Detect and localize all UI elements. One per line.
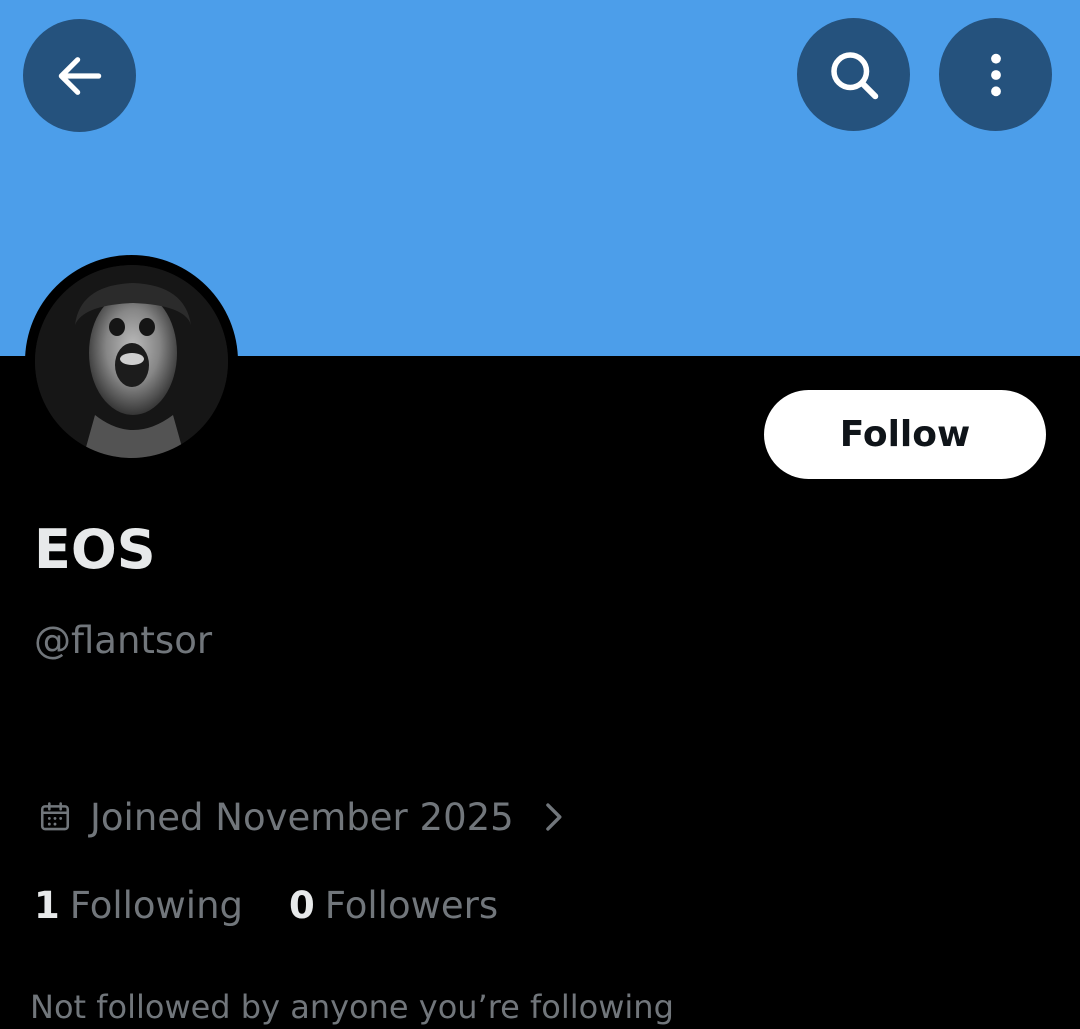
chevron-right-icon [542,800,564,834]
more-options-button[interactable] [939,18,1052,131]
followers-count: 0 [289,883,315,927]
mutual-followers-text: Not followed by anyone you’re following [30,988,674,1026]
joined-date-row[interactable]: Joined November 2025 [38,792,564,842]
avatar-container[interactable] [25,255,238,468]
following-link[interactable]: 1 Following [34,884,243,927]
avatar-image [35,265,228,458]
following-count: 1 [34,883,60,927]
display-name: EOS [34,518,156,581]
followers-link[interactable]: 0 Followers [289,884,498,927]
avatar[interactable] [35,265,228,458]
calendar-icon [38,800,72,834]
search-button[interactable] [797,18,910,131]
followers-label: Followers [324,883,499,927]
more-vertical-icon [990,53,1001,96]
arrow-left-icon [58,56,101,95]
back-button[interactable] [23,19,136,132]
following-label: Following [69,883,244,927]
joined-date-text: Joined November 2025 [90,795,514,839]
username-handle: @flantsor [34,619,213,662]
follow-button[interactable]: Follow [764,390,1046,479]
follow-stats: 1 Following 0 Followers [34,880,498,930]
search-icon [830,51,878,99]
